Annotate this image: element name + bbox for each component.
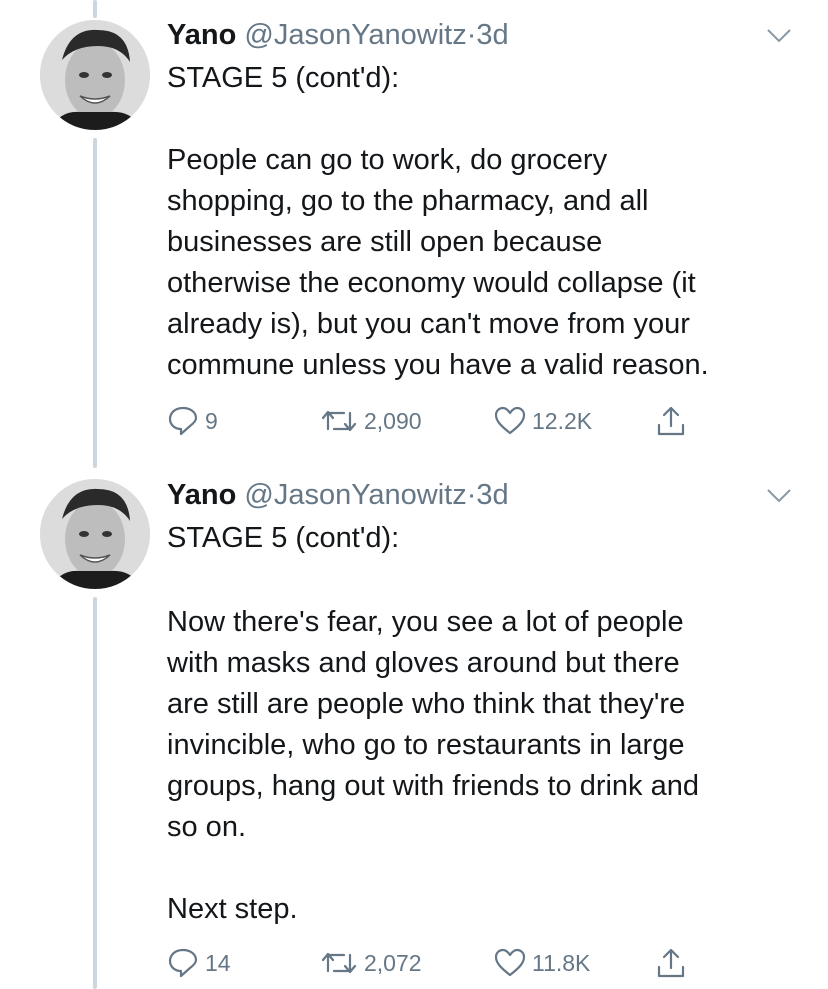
tweet-heading: STAGE 5 (cont'd): bbox=[167, 62, 400, 94]
tweet-actions: 14 2,072 11.8K bbox=[167, 946, 727, 980]
tweet[interactable]: Yano @JasonYanowitz·3d STAGE 5 (cont'd):… bbox=[0, 460, 828, 989]
user-handle[interactable]: @JasonYanowitz bbox=[244, 19, 466, 51]
separator: · bbox=[466, 479, 477, 511]
retweet-icon bbox=[321, 410, 357, 432]
display-name[interactable]: Yano bbox=[167, 479, 236, 511]
reply-icon bbox=[168, 948, 198, 978]
retweet-button[interactable]: 2,090 bbox=[320, 404, 422, 438]
like-button[interactable]: 11.8K bbox=[494, 946, 590, 980]
separator: · bbox=[466, 19, 477, 51]
retweet-icon bbox=[321, 952, 357, 974]
share-button[interactable] bbox=[655, 946, 687, 980]
reply-button[interactable]: 14 bbox=[167, 946, 231, 980]
share-icon bbox=[657, 948, 685, 978]
tweet-actions: 9 2,090 12.2K bbox=[167, 404, 727, 438]
tweet-header: Yano @JasonYanowitz·3d bbox=[167, 478, 509, 512]
like-icon bbox=[494, 406, 526, 435]
like-count: 11.8K bbox=[532, 949, 591, 976]
tweet-header: Yano @JasonYanowitz·3d bbox=[167, 18, 509, 52]
display-name[interactable]: Yano bbox=[167, 19, 236, 51]
avatar[interactable] bbox=[40, 479, 150, 589]
share-button[interactable] bbox=[655, 404, 687, 438]
tweet-text: People can go to work, do grocery shoppi… bbox=[167, 144, 709, 381]
like-count: 12.2K bbox=[532, 407, 593, 434]
retweet-count: 2,090 bbox=[364, 407, 422, 434]
retweet-count: 2,072 bbox=[364, 949, 422, 976]
reply-count: 9 bbox=[205, 407, 218, 434]
share-icon bbox=[657, 406, 685, 436]
chevron-down-icon[interactable] bbox=[766, 487, 792, 505]
retweet-button[interactable]: 2,072 bbox=[320, 946, 422, 980]
tweet-heading: STAGE 5 (cont'd): bbox=[167, 522, 400, 554]
reply-button[interactable]: 9 bbox=[167, 404, 218, 438]
chevron-down-icon[interactable] bbox=[766, 27, 792, 45]
reply-count: 14 bbox=[205, 949, 231, 976]
avatar[interactable] bbox=[40, 20, 150, 130]
profile-photo bbox=[40, 479, 150, 589]
profile-photo bbox=[40, 20, 150, 130]
timestamp[interactable]: 3d bbox=[476, 479, 508, 511]
tweet-text: Now there's fear, you see a lot of peopl… bbox=[167, 606, 699, 925]
like-icon bbox=[494, 948, 526, 977]
reply-icon bbox=[168, 406, 198, 436]
tweet[interactable]: Yano @JasonYanowitz·3d STAGE 5 (cont'd):… bbox=[0, 0, 828, 460]
timestamp[interactable]: 3d bbox=[476, 19, 508, 51]
like-button[interactable]: 12.2K bbox=[494, 404, 592, 438]
user-handle[interactable]: @JasonYanowitz bbox=[244, 479, 466, 511]
